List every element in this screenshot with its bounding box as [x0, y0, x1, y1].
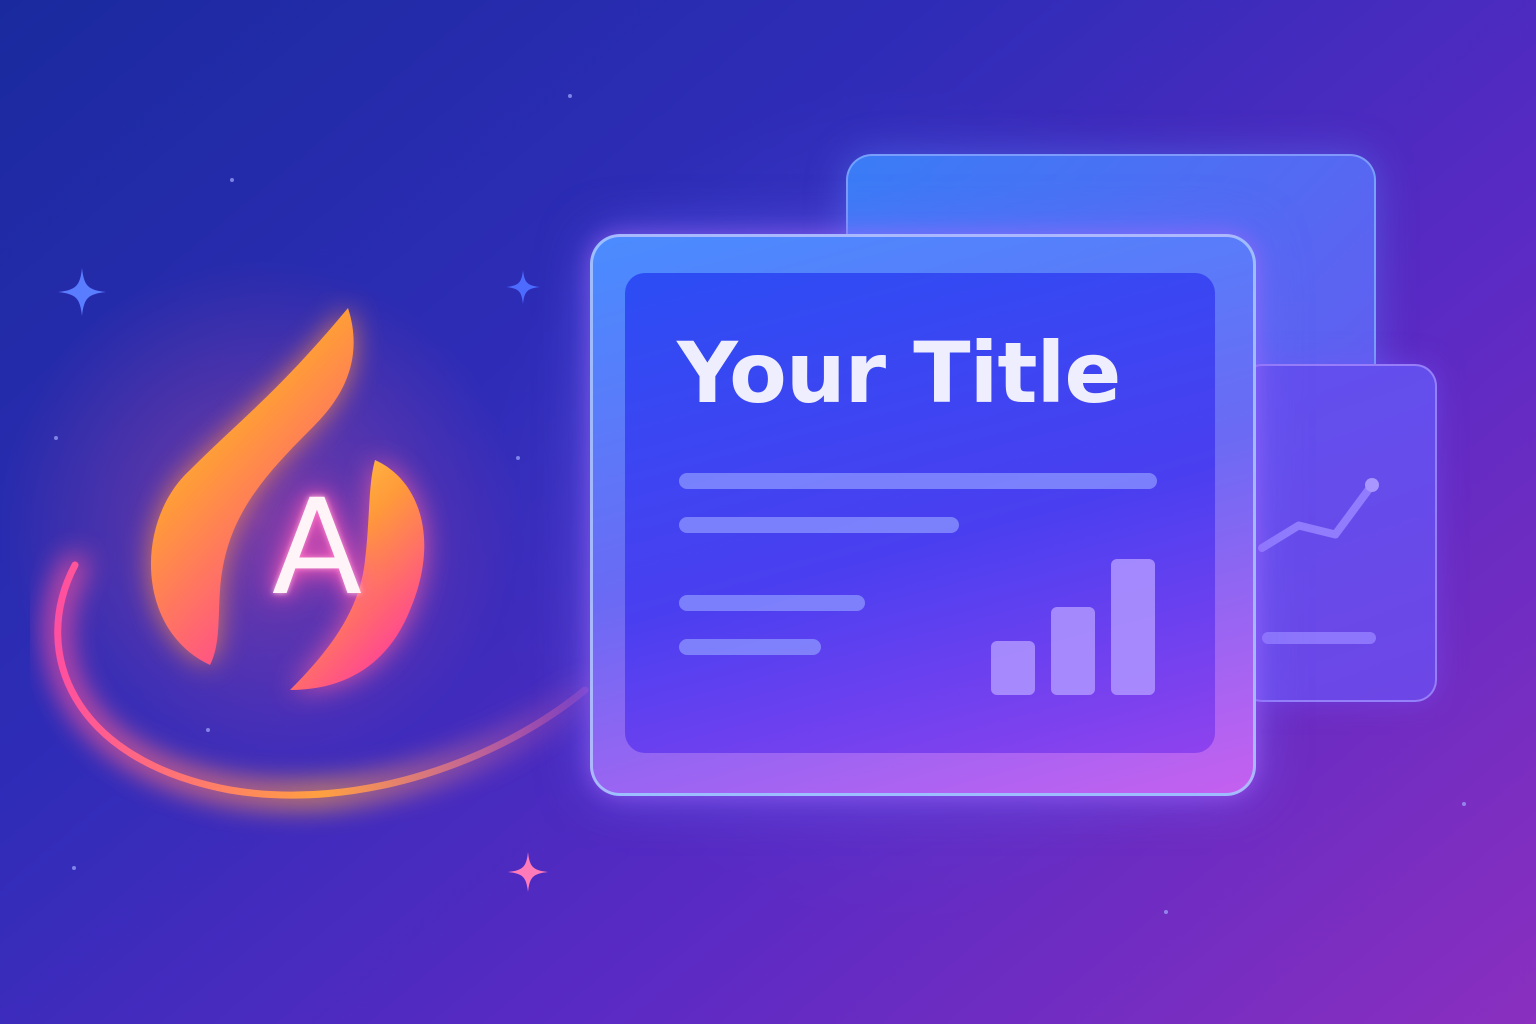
- slide-title: Your Title: [677, 324, 1121, 422]
- star-dot: [568, 94, 572, 98]
- logo-letter: A: [271, 471, 363, 625]
- slide-content-area: Your Title: [625, 273, 1215, 753]
- text-line-placeholder: [679, 595, 865, 611]
- star-dot: [1164, 910, 1168, 914]
- bar-chart-bar: [1111, 559, 1155, 695]
- bar-chart-bar: [991, 641, 1035, 695]
- side-chart-baseline: [1262, 632, 1376, 644]
- slide-card[interactable]: Your Title: [590, 234, 1256, 796]
- text-line-placeholder: [679, 473, 1157, 489]
- star-dot: [1462, 802, 1466, 806]
- star-dot: [72, 866, 76, 870]
- side-chart-line: [1258, 481, 1376, 552]
- star-dot: [230, 178, 234, 182]
- text-line-placeholder: [679, 517, 959, 533]
- sparkle-icon: [508, 852, 548, 892]
- side-chart-end-point: [1365, 478, 1379, 492]
- bar-chart-bar: [1051, 607, 1095, 695]
- text-line-placeholder: [679, 639, 821, 655]
- side-chart-card: [1240, 364, 1437, 702]
- flame-logo: A: [30, 290, 600, 840]
